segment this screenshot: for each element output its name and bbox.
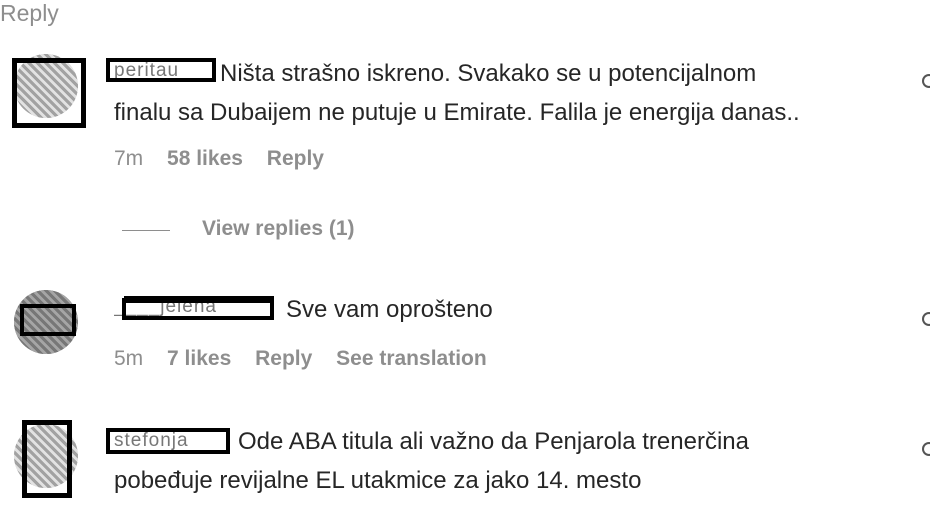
comment-meta: 5m 7 likes Reply See translation — [114, 347, 505, 371]
heart-icon[interactable] — [922, 74, 930, 88]
timestamp: 7m — [114, 147, 144, 170]
replies-divider — [122, 230, 170, 231]
username-censor-box — [122, 298, 274, 320]
likes-count[interactable]: 7 likes — [167, 347, 231, 370]
comment-text-line-2: pobeđuje revijalne EL utakmice za jako 1… — [114, 467, 642, 494]
username-censor-box — [106, 428, 230, 454]
username-censor-box — [106, 58, 216, 82]
heart-icon[interactable] — [922, 312, 930, 326]
reply-button[interactable]: Reply — [255, 347, 312, 370]
avatar-censor-box — [22, 420, 72, 498]
reply-button[interactable]: Reply — [267, 147, 324, 170]
previous-comment-reply-fragment: Reply — [0, 0, 59, 26]
comment-text-line-2: finalu sa Dubaijem ne putuje u Emirate. … — [114, 99, 800, 126]
comment-meta: 7m 58 likes Reply — [114, 147, 342, 171]
comment-text-line-1: Sve vam oprošteno — [286, 296, 493, 323]
see-translation-button[interactable]: See translation — [336, 347, 487, 370]
view-replies-button[interactable]: View replies (1) — [202, 217, 355, 241]
timestamp: 5m — [114, 347, 144, 370]
heart-icon[interactable] — [922, 442, 930, 456]
comment-text-line-1: Ništa strašno iskreno. Svakako se u pote… — [220, 60, 757, 87]
avatar-censor-box — [20, 304, 76, 336]
avatar-censor-box — [12, 58, 86, 128]
comment-text-line-1: Ode ABA titula ali važno da Penjarola tr… — [238, 428, 749, 455]
likes-count[interactable]: 58 likes — [167, 147, 243, 170]
